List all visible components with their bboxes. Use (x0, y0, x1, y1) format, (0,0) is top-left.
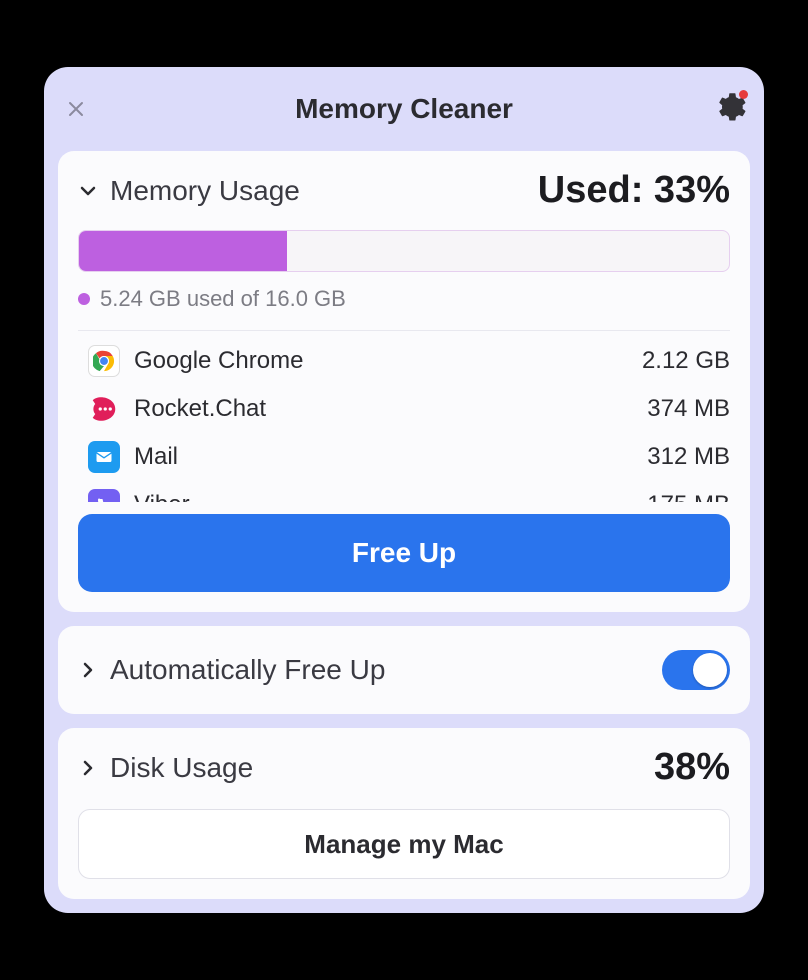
chevron-down-icon (78, 181, 98, 201)
app-size: 374 MB (647, 395, 730, 423)
auto-free-up-toggle[interactable] (662, 650, 730, 690)
app-size: 2.12 GB (642, 347, 730, 375)
legend-dot-icon (78, 293, 90, 305)
close-icon (68, 101, 84, 117)
toggle-knob-icon (693, 653, 727, 687)
title-bar: Memory Cleaner (58, 81, 750, 137)
app-name: Viber (134, 491, 190, 502)
chevron-right-icon (78, 758, 98, 778)
app-size: 312 MB (647, 443, 730, 471)
close-button[interactable] (62, 95, 90, 123)
memory-legend-text: 5.24 GB used of 16.0 GB (100, 286, 346, 312)
settings-button[interactable] (716, 92, 746, 127)
memory-used-percent: Used: 33% (538, 169, 730, 212)
list-item[interactable]: Google Chrome 2.12 GB (88, 331, 730, 385)
notification-dot-icon (739, 90, 748, 99)
app-list: Google Chrome 2.12 GB Rocket.Chat 374 MB… (78, 330, 730, 502)
app-name: Mail (134, 443, 178, 471)
free-up-button[interactable]: Free Up (78, 514, 730, 592)
memory-usage-card: Memory Usage Used: 33% 5.24 GB used of 1… (58, 151, 750, 612)
chevron-right-icon[interactable] (78, 660, 98, 680)
memory-progress-fill (79, 231, 287, 271)
manage-mac-button[interactable]: Manage my Mac (78, 809, 730, 879)
disk-used-percent: 38% (654, 746, 730, 789)
app-title: Memory Cleaner (295, 93, 513, 125)
app-name: Rocket.Chat (134, 395, 266, 423)
app-size: 175 MB (647, 491, 730, 502)
rocketchat-icon (88, 393, 120, 425)
list-item[interactable]: Mail 312 MB (88, 433, 730, 481)
app-panel: Memory Cleaner Memory Usage Used: 33% 5.… (44, 67, 764, 913)
viber-icon (88, 489, 120, 502)
memory-progress-bar (78, 230, 730, 272)
memory-usage-label: Memory Usage (110, 175, 300, 207)
disk-usage-label: Disk Usage (110, 752, 253, 784)
mail-icon (88, 441, 120, 473)
disk-usage-header[interactable]: Disk Usage 38% (78, 746, 730, 789)
memory-usage-header[interactable]: Memory Usage Used: 33% (78, 169, 730, 212)
app-name: Google Chrome (134, 347, 303, 375)
memory-legend: 5.24 GB used of 16.0 GB (78, 286, 730, 312)
disk-usage-card: Disk Usage 38% Manage my Mac (58, 728, 750, 899)
chrome-icon (88, 345, 120, 377)
auto-free-up-label: Automatically Free Up (110, 654, 662, 686)
list-item[interactable]: Rocket.Chat 374 MB (88, 385, 730, 433)
auto-free-up-card: Automatically Free Up (58, 626, 750, 714)
list-item[interactable]: Viber 175 MB (88, 481, 730, 502)
